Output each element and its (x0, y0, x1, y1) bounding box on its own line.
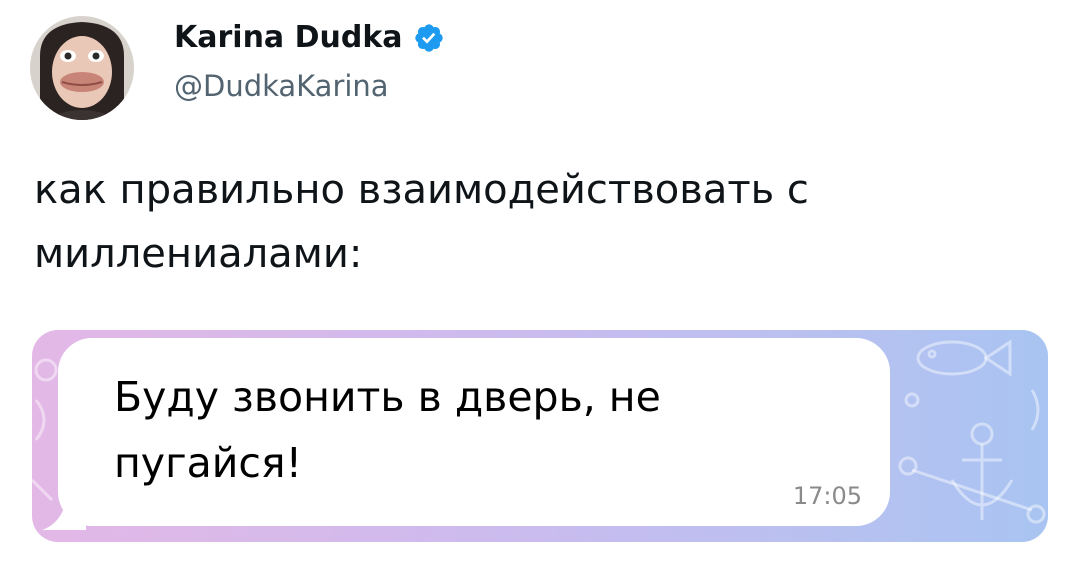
author-name-row: Karina Dudka (174, 18, 774, 58)
author-handle[interactable]: @DudkaKarina (174, 66, 774, 106)
tweet-media-image[interactable]: Буду звонить в дверь, не пугайся! 17:05 (32, 330, 1048, 542)
message-timestamp: 17:05 (792, 482, 862, 510)
avatar-image (30, 16, 134, 120)
message-text-line: пугайся! (114, 439, 303, 487)
author-block: Karina Dudka @DudkaKarina (174, 18, 774, 106)
message-text-line: Буду звонить в дверь, не (114, 373, 661, 421)
tweet-text: как правильно взаимодействовать с миллен… (34, 158, 1044, 286)
tweet-text-line: как правильно взаимодействовать с (34, 167, 809, 213)
message-text: Буду звонить в дверь, не пугайся! (114, 364, 874, 496)
avatar[interactable] (30, 16, 134, 120)
tweet-card: Karina Dudka @DudkaKarina как правильно … (0, 0, 1080, 564)
verified-badge-icon (413, 22, 445, 54)
message-bubble: Буду звонить в дверь, не пугайся! 17:05 (58, 338, 890, 526)
author-display-name[interactable]: Karina Dudka (174, 18, 403, 58)
tweet-text-line: миллениалами: (34, 231, 363, 277)
